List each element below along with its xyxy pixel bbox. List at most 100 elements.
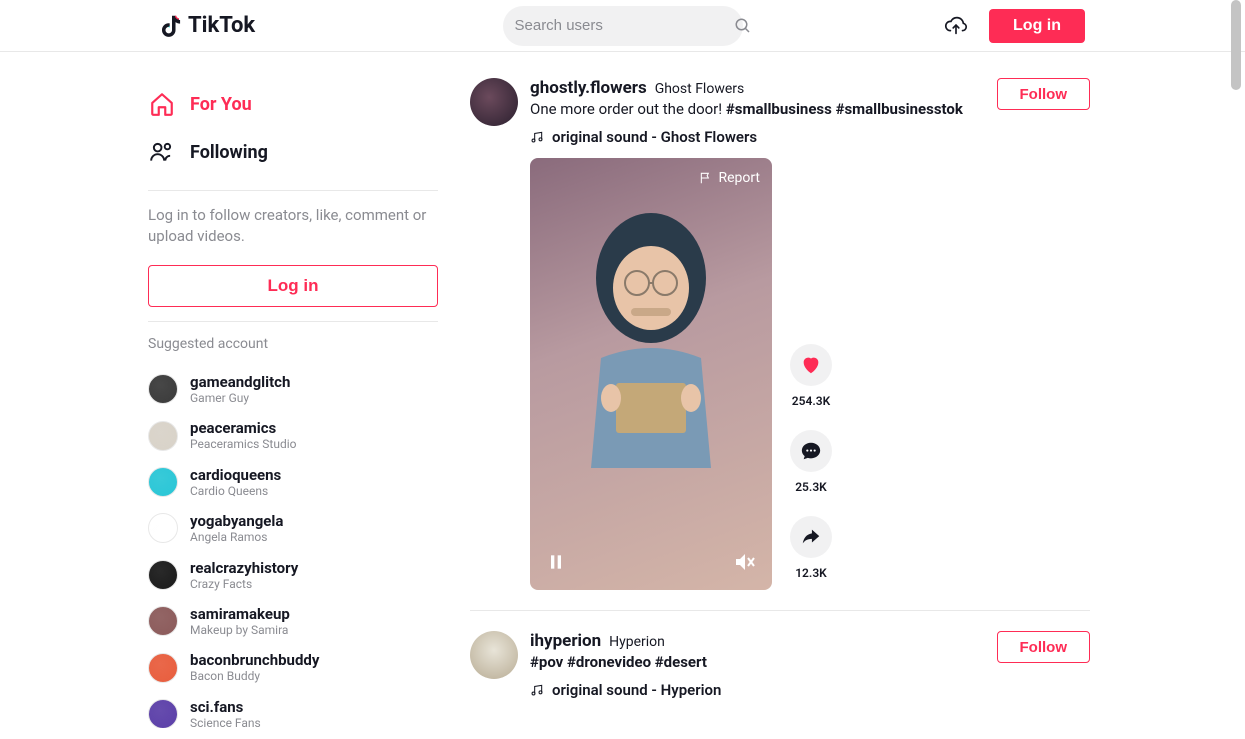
feed-displayname: Ghost Flowers xyxy=(655,81,745,97)
account-avatar xyxy=(148,421,178,451)
account-avatar xyxy=(148,560,178,590)
account-displayname: Science Fans xyxy=(190,716,261,728)
action-column: 254.3K 25.3K 12.3K xyxy=(790,158,832,590)
suggested-account[interactable]: realcrazyhistoryCrazy Facts xyxy=(148,552,438,598)
sound-text: original sound - Ghost Flowers xyxy=(552,128,757,146)
account-username: peaceramics xyxy=(190,419,296,437)
account-username: baconbrunchbuddy xyxy=(190,651,319,669)
comment-button[interactable] xyxy=(790,430,832,472)
flag-icon xyxy=(699,171,713,185)
pause-icon[interactable] xyxy=(546,552,566,572)
feed-header: ihyperion Hyperion #pov #dronevideo #des… xyxy=(530,631,1090,699)
feed-sound[interactable]: original sound - Ghost Flowers xyxy=(530,128,997,146)
account-username: gameandglitch xyxy=(190,373,290,391)
account-avatar xyxy=(148,513,178,543)
report-label: Report xyxy=(718,170,760,186)
account-displayname: Cardio Queens xyxy=(190,484,281,498)
sidebar-login-button[interactable]: Log in xyxy=(148,265,438,307)
video-thumbnail xyxy=(561,208,741,468)
nav-for-you-label: For You xyxy=(190,94,252,115)
header: TikTok Log in xyxy=(0,0,1245,52)
search-bar[interactable] xyxy=(503,6,743,46)
logo-text: TikTok xyxy=(188,13,255,38)
search-button[interactable] xyxy=(734,17,752,35)
header-right: Log in xyxy=(943,9,1085,43)
header-login-button[interactable]: Log in xyxy=(989,9,1085,43)
comment-count: 25.3K xyxy=(795,480,827,494)
music-icon xyxy=(530,683,544,697)
suggested-account[interactable]: yogabyangelaAngela Ramos xyxy=(148,505,438,551)
logo[interactable]: TikTok xyxy=(160,13,255,39)
page-scrollbar[interactable] xyxy=(1231,0,1243,700)
music-icon xyxy=(530,130,544,144)
feed-displayname: Hyperion xyxy=(609,634,665,650)
sidebar: For You Following Log in to follow creat… xyxy=(148,52,448,739)
login-prompt: Log in to follow creators, like, comment… xyxy=(148,205,438,247)
caption-text: One more order out the door! xyxy=(530,100,726,118)
search-icon xyxy=(734,17,752,35)
share-button[interactable] xyxy=(790,516,832,558)
account-avatar xyxy=(148,374,178,404)
feed-content: ihyperion Hyperion #pov #dronevideo #des… xyxy=(530,631,1090,699)
feed-avatar[interactable] xyxy=(470,631,518,679)
feed-info: ihyperion Hyperion #pov #dronevideo #des… xyxy=(530,631,997,699)
scrollbar-thumb[interactable] xyxy=(1231,0,1241,90)
feed-avatar[interactable] xyxy=(470,78,518,126)
upload-icon[interactable] xyxy=(943,15,969,37)
share-icon xyxy=(800,526,822,548)
share-count: 12.3K xyxy=(795,566,827,580)
suggested-account[interactable]: gameandglitchGamer Guy xyxy=(148,366,438,412)
mute-icon[interactable] xyxy=(732,550,756,574)
people-icon xyxy=(148,138,176,166)
report-button[interactable]: Report xyxy=(699,170,760,186)
suggested-account[interactable]: peaceramicsPeaceramics Studio xyxy=(148,412,438,458)
follow-button[interactable]: Follow xyxy=(997,631,1091,663)
like-button[interactable] xyxy=(790,344,832,386)
heart-icon xyxy=(800,354,822,376)
feed-item: ihyperion Hyperion #pov #dronevideo #des… xyxy=(470,631,1090,719)
nav-following[interactable]: Following xyxy=(148,128,438,176)
account-avatar xyxy=(148,467,178,497)
video-controls xyxy=(546,550,756,574)
home-icon xyxy=(148,90,176,118)
like-count: 254.3K xyxy=(792,394,830,408)
video-row: Report xyxy=(530,158,1090,590)
account-username: realcrazyhistory xyxy=(190,559,298,577)
account-avatar xyxy=(148,699,178,728)
account-displayname: Makeup by Samira xyxy=(190,623,290,637)
follow-button[interactable]: Follow xyxy=(997,78,1091,110)
comment-icon xyxy=(800,440,822,462)
nav-for-you[interactable]: For You xyxy=(148,80,438,128)
caption-hashtags[interactable]: #pov #dronevideo #desert xyxy=(530,653,707,671)
sidebar-scroll[interactable]: For You Following Log in to follow creat… xyxy=(148,80,448,728)
search-input[interactable] xyxy=(515,17,714,34)
suggested-accounts-list: gameandglitchGamer GuypeaceramicsPeacera… xyxy=(148,366,438,728)
feed-caption: #pov #dronevideo #desert xyxy=(530,653,997,671)
feed: ghostly.flowers Ghost Flowers One more o… xyxy=(470,52,1090,739)
feed-username[interactable]: ihyperion xyxy=(530,631,601,651)
suggested-account[interactable]: samiramakeupMakeup by Samira xyxy=(148,598,438,644)
caption-hashtags[interactable]: #smallbusiness #smallbusinesstok xyxy=(726,100,963,118)
account-displayname: Bacon Buddy xyxy=(190,669,319,683)
feed-info: ghostly.flowers Ghost Flowers One more o… xyxy=(530,78,997,146)
video-player[interactable]: Report xyxy=(530,158,772,590)
feed-username[interactable]: ghostly.flowers xyxy=(530,78,647,98)
account-displayname: Gamer Guy xyxy=(190,391,290,405)
suggested-account[interactable]: baconbrunchbuddyBacon Buddy xyxy=(148,644,438,690)
divider xyxy=(148,321,438,322)
feed-content: ghostly.flowers Ghost Flowers One more o… xyxy=(530,78,1090,590)
feed-caption: One more order out the door! #smallbusin… xyxy=(530,100,997,118)
main: For You Following Log in to follow creat… xyxy=(0,52,1245,739)
suggested-account[interactable]: cardioqueensCardio Queens xyxy=(148,459,438,505)
account-username: samiramakeup xyxy=(190,605,290,623)
feed-sound[interactable]: original sound - Hyperion xyxy=(530,681,997,699)
account-displayname: Peaceramics Studio xyxy=(190,437,296,451)
account-displayname: Crazy Facts xyxy=(190,577,298,591)
nav-following-label: Following xyxy=(190,142,268,163)
account-avatar xyxy=(148,606,178,636)
account-username: yogabyangela xyxy=(190,512,283,530)
divider xyxy=(148,190,438,191)
suggested-label: Suggested account xyxy=(148,336,438,352)
sound-text: original sound - Hyperion xyxy=(552,681,721,699)
suggested-account[interactable]: sci.fansScience Fans xyxy=(148,691,438,728)
